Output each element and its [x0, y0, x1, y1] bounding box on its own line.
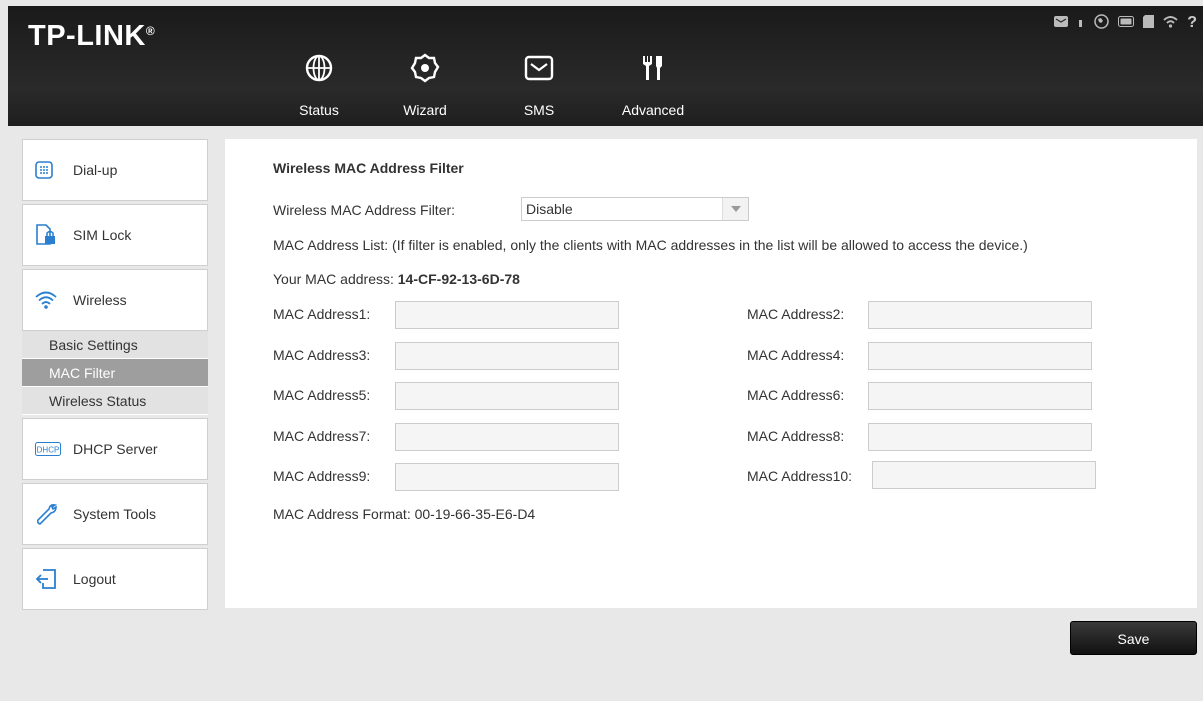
- mac-address-1-label: MAC Address1:: [273, 306, 371, 322]
- filter-label: Wireless MAC Address Filter:: [273, 202, 456, 218]
- mac-format-note: MAC Address Format: 00-19-66-35-E6-D4: [273, 506, 536, 522]
- mac-address-7-label: MAC Address7:: [273, 428, 371, 444]
- sms-indicator-icon: [1054, 16, 1069, 30]
- sidebar-item-logout[interactable]: Logout: [22, 548, 208, 610]
- status-icons: ?: [1054, 14, 1197, 32]
- mac-address-2-label: MAC Address2:: [747, 306, 845, 322]
- tp-link-logo: TP-LINK®: [28, 20, 156, 52]
- help-icon[interactable]: ?: [1187, 15, 1197, 31]
- mac-address-8-label: MAC Address8:: [747, 428, 845, 444]
- mac-address-1-input[interactable]: [395, 301, 619, 329]
- mac-address-3-label: MAC Address3:: [273, 347, 371, 363]
- globe-icon: [270, 48, 368, 88]
- sidebar-subitem-basic-settings[interactable]: Basic Settings: [22, 331, 208, 359]
- sd-card-icon: [1143, 15, 1155, 31]
- save-button[interactable]: Save: [1070, 621, 1197, 655]
- wrench-icon: [35, 502, 65, 526]
- tools-icon: [596, 48, 710, 88]
- nav-advanced-label: Advanced: [621, 102, 685, 118]
- main-panel: Wireless MAC Address Filter Wireless MAC…: [225, 139, 1197, 608]
- filter-select-value: Disable: [526, 201, 573, 217]
- internet-icon: [1094, 14, 1109, 32]
- mac-address-10-label: MAC Address10:: [747, 468, 853, 484]
- mac-address-8-input[interactable]: [868, 423, 1092, 451]
- sidebar-item-label: Dial-up: [73, 162, 118, 178]
- sidebar: Dial-up SIM Lock Wireless Basic Settings…: [22, 139, 208, 613]
- chevron-down-icon: [722, 198, 748, 220]
- your-mac-label: Your MAC address:: [273, 271, 394, 287]
- nav-wizard-label: Wizard: [403, 102, 447, 118]
- sidebar-item-label: Logout: [73, 571, 116, 587]
- sidebar-subitem-wireless-status[interactable]: Wireless Status: [22, 387, 208, 415]
- sidebar-subitem-mac-filter[interactable]: MAC Filter: [22, 359, 208, 387]
- logout-icon: [35, 568, 65, 590]
- sidebar-item-dhcp-server[interactable]: DHCP DHCP Server: [22, 418, 208, 480]
- signal-icon: [1077, 16, 1085, 30]
- mac-address-4-label: MAC Address4:: [747, 347, 845, 363]
- sidebar-item-system-tools[interactable]: System Tools: [22, 483, 208, 545]
- page-title: Wireless MAC Address Filter: [273, 160, 464, 176]
- mac-address-6-label: MAC Address6:: [747, 387, 845, 403]
- nav-wizard[interactable]: Wizard: [368, 48, 482, 126]
- sidebar-item-wireless[interactable]: Wireless: [22, 269, 208, 331]
- dialpad-icon: [35, 161, 65, 179]
- mac-address-4-input[interactable]: [868, 342, 1092, 370]
- sidebar-item-sim-lock[interactable]: SIM Lock: [22, 204, 208, 266]
- filter-select[interactable]: Disable: [521, 197, 749, 221]
- mac-address-3-input[interactable]: [395, 342, 619, 370]
- battery-icon: [1118, 16, 1135, 30]
- gear-icon: [368, 48, 482, 88]
- nav-sms[interactable]: SMS: [482, 48, 596, 126]
- mac-address-7-input[interactable]: [395, 423, 619, 451]
- your-mac-value: 14-CF-92-13-6D-78: [397, 271, 520, 287]
- your-mac-row: Your MAC address: 14-CF-92-13-6D-78: [273, 271, 520, 287]
- mac-address-5-label: MAC Address5:: [273, 387, 371, 403]
- svg-text:DHCP: DHCP: [37, 446, 60, 455]
- mac-address-9-label: MAC Address9:: [273, 468, 371, 484]
- nav-advanced[interactable]: Advanced: [596, 48, 710, 126]
- nav-sms-label: SMS: [523, 102, 555, 118]
- sidebar-item-label: System Tools: [73, 506, 156, 522]
- nav-status[interactable]: Status: [270, 48, 368, 126]
- mac-address-10-input[interactable]: [872, 461, 1096, 489]
- dhcp-icon: DHCP: [35, 442, 65, 456]
- mac-address-9-input[interactable]: [395, 463, 619, 491]
- sim-lock-icon: [35, 224, 65, 246]
- sidebar-item-dial-up[interactable]: Dial-up: [22, 139, 208, 201]
- wireless-icon: [35, 290, 65, 310]
- mac-address-6-input[interactable]: [868, 382, 1092, 410]
- nav-status-label: Status: [299, 102, 339, 118]
- envelope-icon: [482, 48, 596, 88]
- mac-address-5-input[interactable]: [395, 382, 619, 410]
- sidebar-item-label: SIM Lock: [73, 227, 132, 243]
- sidebar-item-label: DHCP Server: [73, 441, 158, 457]
- mac-address-2-input[interactable]: [868, 301, 1092, 329]
- mac-list-note: MAC Address List: (If filter is enabled,…: [273, 237, 1028, 253]
- top-bar: TP-LINK® Status Wizard SMS Advanced ?: [8, 6, 1203, 126]
- main-nav: Status Wizard SMS Advanced: [270, 48, 710, 126]
- wireless-submenu: Basic Settings MAC Filter Wireless Statu…: [22, 331, 208, 415]
- sidebar-item-label: Wireless: [73, 292, 127, 308]
- wifi-icon: [1163, 15, 1178, 31]
